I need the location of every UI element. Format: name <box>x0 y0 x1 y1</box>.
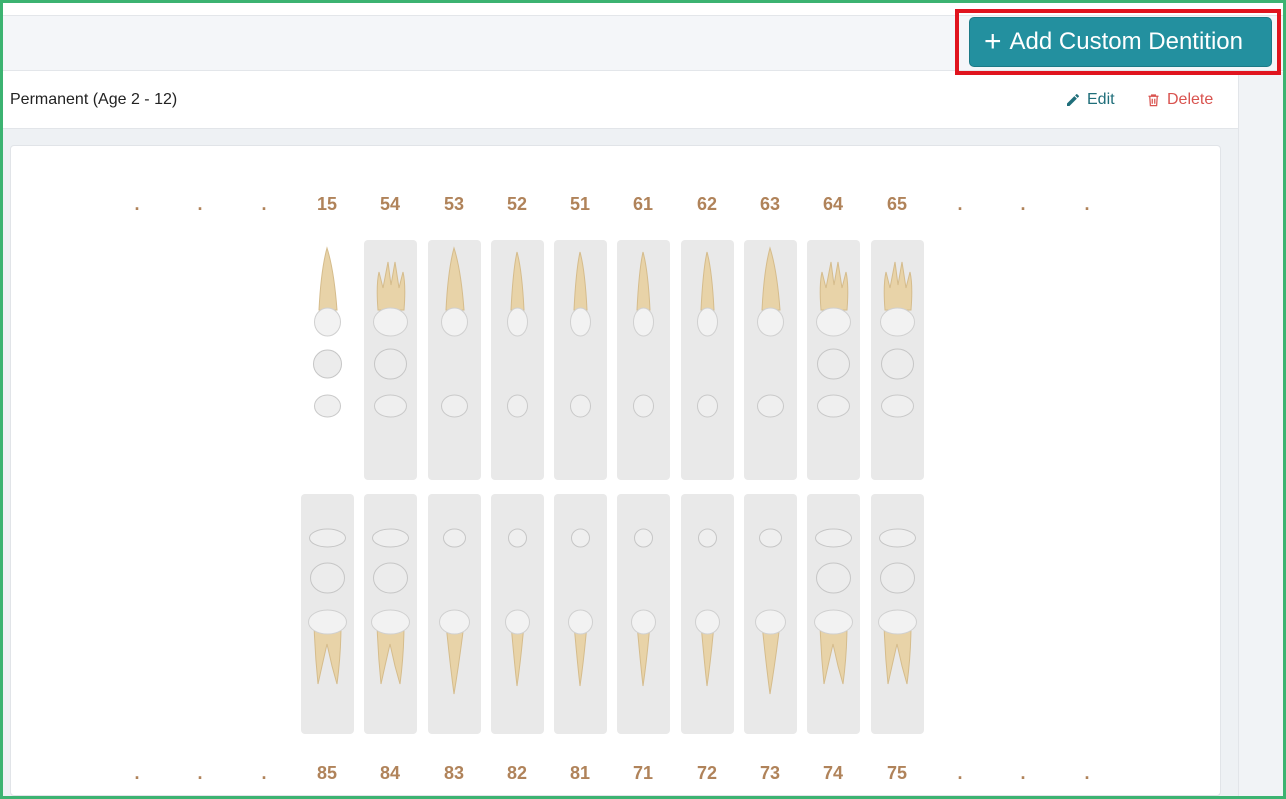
tooth-number: 85 <box>316 763 338 783</box>
tooth-number: 53 <box>443 194 465 214</box>
tooth-number: 65 <box>886 194 908 214</box>
empty-tooth-label: . <box>134 194 140 214</box>
dentition-card <box>10 145 1221 796</box>
tooth-71-image[interactable] <box>617 494 670 734</box>
tooth-number: 75 <box>886 763 908 783</box>
tooth-number: 73 <box>759 763 781 783</box>
empty-tooth-label: . <box>197 194 203 214</box>
tooth-84-image[interactable] <box>364 494 417 734</box>
trash-icon <box>1148 94 1159 107</box>
tooth-61-image[interactable] <box>617 240 670 480</box>
tooth-number: 82 <box>506 763 528 783</box>
tooth-63-image[interactable] <box>744 240 797 480</box>
tooth-number: 61 <box>632 194 654 214</box>
tooth-53-image[interactable] <box>428 240 481 480</box>
delete-label: Delete <box>1167 91 1214 108</box>
tooth-82-image[interactable] <box>491 494 544 734</box>
tooth-number: 63 <box>759 194 781 214</box>
tooth-65-image[interactable] <box>871 240 924 480</box>
plus-icon: + <box>984 25 1002 58</box>
tooth-number: 52 <box>506 194 528 214</box>
empty-tooth-label: . <box>1084 763 1090 783</box>
empty-tooth-label: . <box>261 194 267 214</box>
empty-tooth-label: . <box>957 763 963 783</box>
add-button-label: Add Custom Dentition <box>1009 28 1243 55</box>
tooth-number: 71 <box>632 763 654 783</box>
edit-link[interactable]: Edit <box>1065 91 1115 109</box>
tooth-62-image[interactable] <box>681 240 734 480</box>
empty-tooth-label: . <box>1020 194 1026 214</box>
tooth-85-image[interactable] <box>301 494 354 734</box>
tooth-75-image[interactable] <box>871 494 924 734</box>
tooth-number: 83 <box>443 763 465 783</box>
scrollbar-track[interactable] <box>1238 72 1283 796</box>
tooth-83-image[interactable] <box>428 494 481 734</box>
tooth-number: 54 <box>379 194 401 214</box>
tooth-52-image[interactable] <box>491 240 544 480</box>
empty-tooth-label: . <box>197 763 203 783</box>
tooth-number: 74 <box>822 763 844 783</box>
tooth-number: 72 <box>696 763 718 783</box>
tooth-number: 84 <box>379 763 401 783</box>
dentition-title: Permanent (Age 2 - 12) <box>10 91 178 108</box>
tooth-number: 15 <box>316 194 338 214</box>
tooth-51-image[interactable] <box>554 240 607 480</box>
tooth-54-image[interactable] <box>364 240 417 480</box>
tooth-15-image[interactable] <box>301 240 354 480</box>
tooth-73-image[interactable] <box>744 494 797 734</box>
empty-tooth-label: . <box>134 763 140 783</box>
tooth-64-image[interactable] <box>807 240 860 480</box>
tooth-74-image[interactable] <box>807 494 860 734</box>
tooth-number: 64 <box>822 194 844 214</box>
empty-tooth-label: . <box>261 763 267 783</box>
empty-tooth-label: . <box>957 194 963 214</box>
tooth-72-image[interactable] <box>681 494 734 734</box>
tooth-number: 81 <box>569 763 591 783</box>
pencil-icon <box>1067 93 1079 106</box>
add-custom-dentition-button[interactable]: + Add Custom Dentition <box>969 17 1272 67</box>
empty-tooth-label: . <box>1084 194 1090 214</box>
tooth-number: 62 <box>696 194 718 214</box>
delete-link[interactable]: Delete <box>1146 91 1213 109</box>
empty-tooth-label: . <box>1020 763 1026 783</box>
tooth-81-image[interactable] <box>554 494 607 734</box>
edit-label: Edit <box>1087 91 1115 108</box>
tooth-number: 51 <box>569 194 591 214</box>
dentition-header: Permanent (Age 2 - 12) Edit Delete <box>3 72 1238 129</box>
